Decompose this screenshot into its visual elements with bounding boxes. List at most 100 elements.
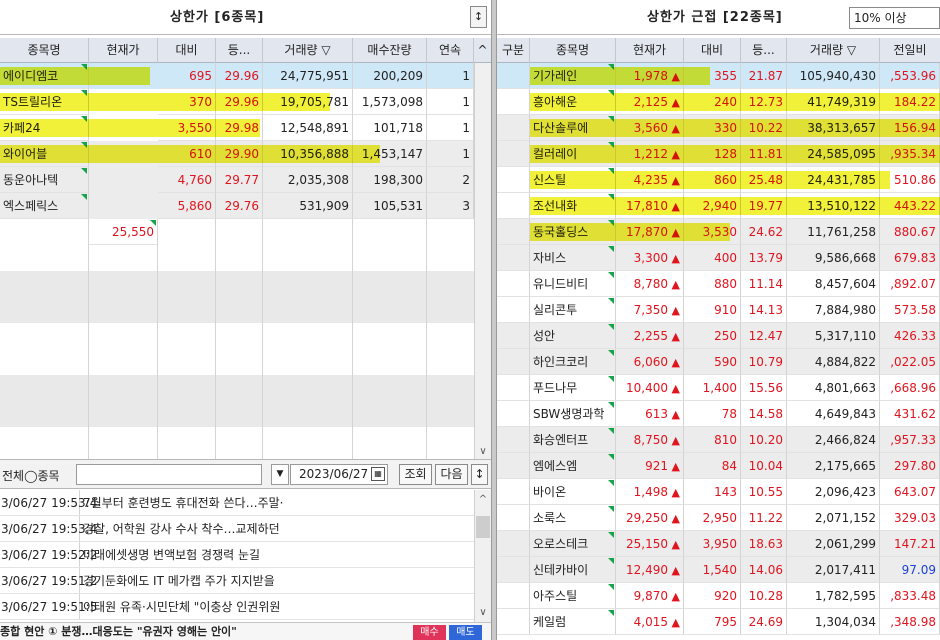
cell-price: 9,870 ▲ <box>616 583 684 609</box>
cell-price: 25,150 ▲ <box>616 531 684 557</box>
filter-select[interactable]: 10% 이상 <box>849 7 940 29</box>
search-button[interactable]: 조회 <box>399 464 432 485</box>
up-arrow-icon: ▲ <box>668 460 680 473</box>
cell-name[interactable]: 케일럼 <box>530 609 616 635</box>
table-row[interactable]: 오로스테크 25,150 ▲ 3,950 18.63 2,061,299 147.21 <box>497 531 940 557</box>
cell-name[interactable]: 하인크코리 <box>530 349 616 375</box>
cell-name[interactable]: SBW생명과학 <box>530 401 616 427</box>
news-item[interactable]: 3/06/27 19:53:4경찰, 어학원 강사 수사 착수…교제하던 <box>0 516 474 542</box>
cell-volume: 8,457,604 <box>787 271 880 297</box>
col-name[interactable]: 종목명 <box>0 38 89 63</box>
calendar-icon[interactable]: ▦ <box>371 467 385 481</box>
table-row[interactable]: SBW생명과학 613 ▲ 78 14.58 4,649,843 431.62 <box>497 401 940 427</box>
cell-name[interactable]: 실리콘투 <box>530 297 616 323</box>
cell-rate: 29.76 <box>216 193 263 219</box>
scope-radio[interactable]: 전체◯종목 <box>2 467 60 484</box>
cell-name[interactable]: 엠에스엠 <box>530 453 616 479</box>
col-price[interactable]: 현재가 <box>89 38 158 63</box>
col-prev-ratio[interactable]: 전일비 <box>880 38 940 63</box>
dropdown-arrow-icon[interactable]: ▼ <box>271 464 289 485</box>
col-name[interactable]: 종목명 <box>530 38 616 63</box>
table-row[interactable]: 화승엔터프 8,750 ▲ 810 10.20 2,466,824,957.33 <box>497 427 940 453</box>
scroll-up-arrow-icon[interactable]: ^ <box>474 38 491 63</box>
table-row[interactable]: 하인크코리 6,060 ▲ 590 10.79 4,884,822,022.05 <box>497 349 940 375</box>
col-diff[interactable]: 대비 <box>684 38 741 63</box>
cell-name[interactable]: 바이온 <box>530 479 616 505</box>
cell-volume: 5,317,110 <box>787 323 880 349</box>
col-rate[interactable]: 등... <box>216 38 263 63</box>
col-volume[interactable]: 거래량 ▽ <box>263 38 353 63</box>
table-row[interactable]: 동운아나텍20,7504,76029.772,035,308198,3002 <box>0 167 474 219</box>
cell-name[interactable]: 동운아나텍 <box>0 167 89 193</box>
up-arrow-icon: ▲ <box>668 564 680 577</box>
cell-name[interactable]: 자비스 <box>530 245 616 271</box>
cell-name[interactable]: 성안 <box>530 323 616 349</box>
cell-name[interactable]: 아주스틸 <box>530 583 616 609</box>
col-bid[interactable]: 매수잔량 <box>353 38 427 63</box>
col-streak[interactable]: 연속 <box>427 38 474 63</box>
table-row[interactable]: 소룩스 29,250 ▲ 2,950 11.22 2,071,152 329.03 <box>497 505 940 531</box>
cell-name[interactable]: 엑스페릭스 <box>0 193 89 219</box>
cell-name[interactable]: 유니드비티 <box>530 271 616 297</box>
grid-line <box>88 219 89 459</box>
table-row[interactable]: 자비스 3,300 ▲ 400 13.79 9,586,668 679.83 <box>497 245 940 271</box>
cell-streak: 3 <box>427 193 474 219</box>
cell-prev: 147.21 <box>880 531 940 557</box>
cell-name[interactable]: 소룩스 <box>530 505 616 531</box>
table-row[interactable]: 바이온 1,498 ▲ 143 10.55 2,096,423 643.07 <box>497 479 940 505</box>
col-diff[interactable]: 대비 <box>158 38 216 63</box>
left-scrollbar[interactable]: ∨ <box>474 63 491 459</box>
news-scrollbar[interactable]: ^ ∨ <box>474 490 491 622</box>
cell-name[interactable]: 신테카바이 <box>530 557 616 583</box>
cell-name[interactable]: 푸드나무 <box>530 375 616 401</box>
stock-search-input[interactable] <box>76 464 262 485</box>
table-row[interactable]: 푸드나무 10,400 ▲ 1,400 15.56 4,801,663,668.96 <box>497 375 940 401</box>
cell-cat <box>497 193 530 219</box>
left-sort-toggle-button[interactable]: ↕ <box>470 6 487 28</box>
cell-cat <box>497 479 530 505</box>
col-price[interactable]: 현재가 <box>616 38 684 63</box>
sort-toggle-button[interactable]: ↕ <box>471 464 488 485</box>
next-button[interactable]: 다음 <box>435 464 468 485</box>
col-volume[interactable]: 거래량 ▽ <box>787 38 880 63</box>
table-row[interactable]: 유니드비티 8,780 ▲ 880 11.14 8,457,604,892.07 <box>497 271 940 297</box>
buy-button[interactable]: 매수 <box>413 625 446 640</box>
table-row[interactable]: 케일럼 4,015 ▲ 795 24.69 1,304,034,348.98 <box>497 609 940 635</box>
cell-rate: 11.22 <box>741 505 787 531</box>
cell-bid: 198,300 <box>353 167 427 193</box>
cell-volume: 24,775,951 <box>263 63 353 89</box>
table-row[interactable]: 성안 2,255 ▲ 250 12.47 5,317,110 426.33 <box>497 323 940 349</box>
news-item[interactable]: 3/06/27 19:51:5이태원 유족·시민단체 "이충상 인권위원 <box>0 594 474 620</box>
scroll-down-arrow-icon[interactable]: ∨ <box>475 446 491 457</box>
table-row[interactable]: 엑스페릭스 25,550 5,860 29.76 531,909 105,531 3 <box>0 193 474 245</box>
col-category[interactable]: 구분 <box>497 38 530 63</box>
cell-diff: 5,860 <box>158 193 216 219</box>
table-row[interactable]: 엠에스엠 921 ▲ 84 10.04 2,175,665 297.80 <box>497 453 940 479</box>
news-item[interactable]: 3/06/27 19:53:47월부터 훈련병도 휴대전화 쓴다…주말· <box>0 490 474 516</box>
cell-rate: 14.13 <box>741 297 787 323</box>
cell-cat <box>497 401 530 427</box>
price-value: 8,750 <box>633 433 669 447</box>
cell-bid: 101,718 <box>353 115 427 141</box>
cell-prev: 431.62 <box>880 401 940 427</box>
col-rate[interactable]: 등... <box>741 38 787 63</box>
cell-name[interactable]: 오로스테크 <box>530 531 616 557</box>
up-arrow-icon: ▲ <box>668 356 680 369</box>
near-upper-limit-panel: 상한가 근접 [22종목] 10% 이상 구분 종목명 현재가 대비 등... … <box>497 0 940 640</box>
cell-name[interactable]: 화승엔터프 <box>530 427 616 453</box>
cell-price: 2,255 ▲ <box>616 323 684 349</box>
cell-rate: 21.87 <box>741 63 787 89</box>
cell-price: 7,350 ▲ <box>616 297 684 323</box>
date-picker[interactable]: 2023/06/27 ▦ <box>290 464 388 485</box>
scroll-up-arrow-icon[interactable]: ^ <box>475 494 491 505</box>
empty-band <box>0 375 474 427</box>
table-row[interactable]: 아주스틸 9,870 ▲ 920 10.28 1,782,595,833.48 <box>497 583 940 609</box>
scroll-down-arrow-icon[interactable]: ∨ <box>475 607 491 618</box>
news-item[interactable]: 3/06/27 19:51:2경기둔화에도 IT 메가캡 주가 지지받을 <box>0 568 474 594</box>
scroll-thumb[interactable] <box>476 516 490 538</box>
cell-cat <box>497 453 530 479</box>
table-row[interactable]: 신테카바이 12,490 ▲ 1,540 14.06 2,017,411 97.09 <box>497 557 940 583</box>
sell-button[interactable]: 매도 <box>449 625 482 640</box>
table-row[interactable]: 실리콘투 7,350 ▲ 910 14.13 7,884,980 573.58 <box>497 297 940 323</box>
news-item[interactable]: 3/06/27 19:52:2미래에셋생명 변액보험 경쟁력 눈길 <box>0 542 474 568</box>
